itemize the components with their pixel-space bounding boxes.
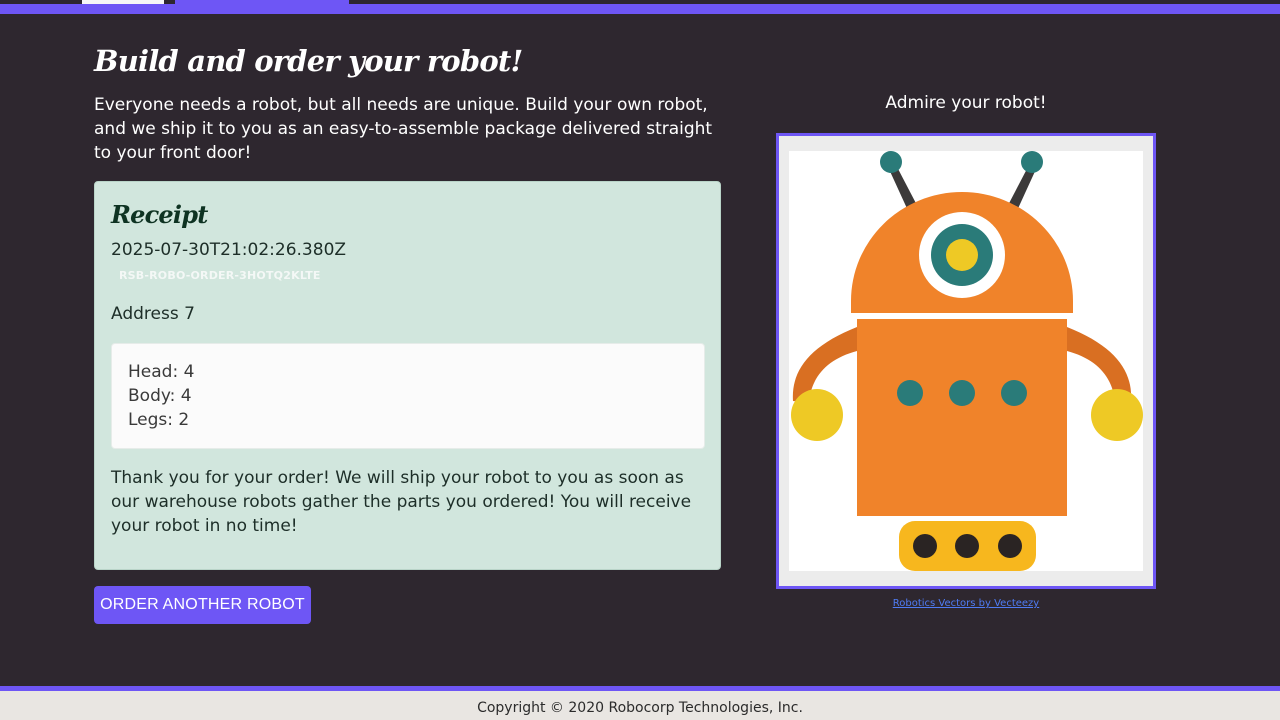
receipt-date: 2025-07-30T21:02:26.380Z [111,240,347,260]
wheel-2 [955,534,979,558]
order-id-badge: RSB-ROBO-ORDER-3HOTQ2KLTE [119,269,321,282]
nav-tab-home[interactable] [82,0,164,4]
body-button-3 [1001,380,1027,406]
robot-preview [776,133,1156,589]
right-antenna-tip [1021,151,1043,173]
page-title: Build and order your robot! [94,44,523,78]
robot-image-area [789,151,1143,571]
footer: Copyright © 2020 Robocorp Technologies, … [0,686,1280,720]
parts-list: Head: 4 Body: 4 Legs: 2 [111,343,705,449]
preview-heading: Admire your robot! [885,93,1047,113]
receipt-title: Receipt [111,200,208,229]
receipt-card: Receipt 2025-07-30T21:02:26.380Z RSB-ROB… [94,181,721,570]
thank-you-message: Thank you for your order! We will ship y… [111,468,692,536]
copyright-text: Copyright © 2020 Robocorp Technologies, … [477,700,803,716]
right-hand [1091,389,1143,441]
part-body: Body: 4 [128,386,192,406]
left-hand [791,389,843,441]
receipt-address: Address 7 [111,304,195,324]
body-button-2 [949,380,975,406]
order-another-robot-button[interactable]: ORDER ANOTHER ROBOT [94,586,311,624]
robot-image [791,151,1143,571]
part-head: Head: 4 [128,362,195,382]
wheel-1 [913,534,937,558]
vecteezy-credit-link[interactable]: Robotics Vectors by Vecteezy [776,598,1156,609]
page-intro: Everyone needs a robot, but all needs ar… [94,95,713,163]
part-legs: Legs: 2 [128,410,190,430]
eye-pupil [946,239,978,271]
nav-stripe [0,4,1280,14]
body-button-1 [897,380,923,406]
left-antenna-tip [880,151,902,173]
nav-tab-order-robot[interactable] [175,0,349,4]
wheel-3 [998,534,1022,558]
top-nav-bar [0,0,1280,14]
robot-body [857,319,1067,516]
